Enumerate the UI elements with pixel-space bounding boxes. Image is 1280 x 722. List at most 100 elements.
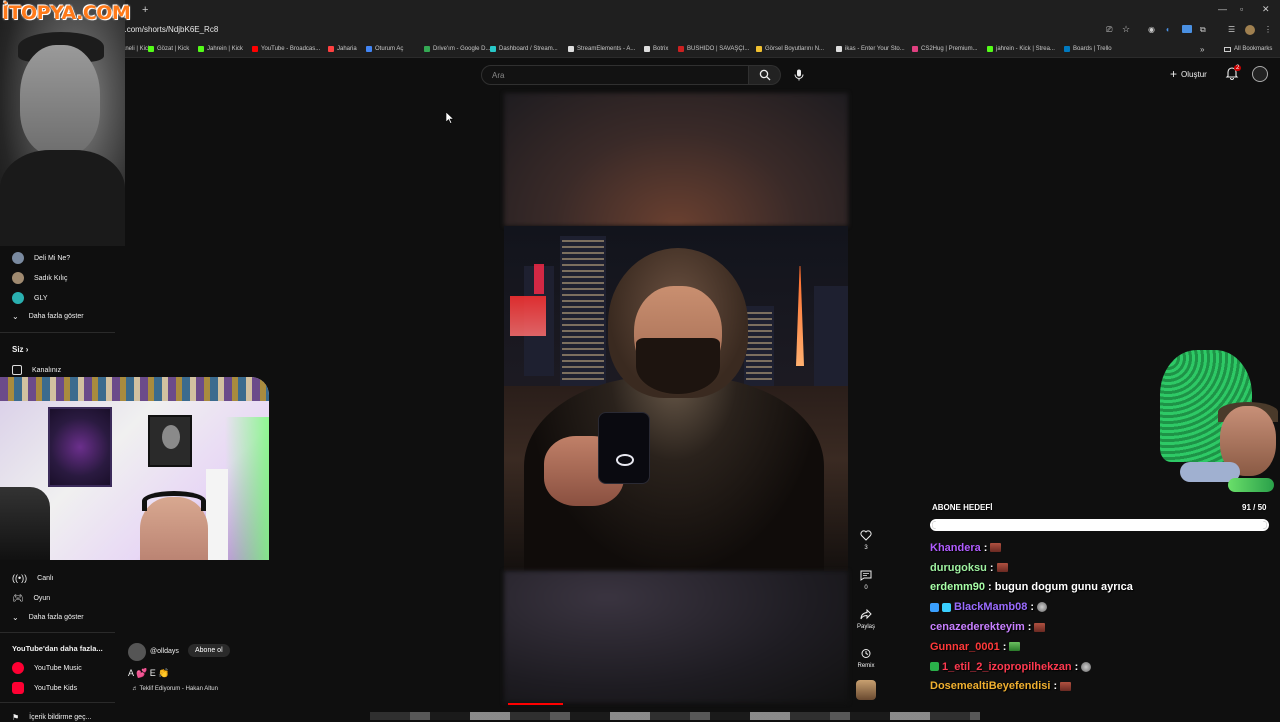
audio-source-thumbnail[interactable] — [856, 680, 876, 700]
bookmark-star-icon[interactable]: ☆ — [1122, 24, 1130, 35]
bookmark-item[interactable]: Drive'ım - Google D... — [424, 46, 491, 52]
tokyo-tower — [796, 266, 804, 366]
bookmark-favicon-icon — [644, 46, 650, 52]
puzzle-icon[interactable]: ⧉ — [1200, 25, 1206, 35]
show-more-subscriptions[interactable]: ⌄ Daha fazla göster — [12, 312, 84, 321]
sidebar-item-subscription[interactable]: Deli Mi Ne? — [12, 252, 70, 264]
divider — [0, 632, 115, 633]
bookmark-item[interactable]: Boards | Trello — [1064, 46, 1112, 52]
bookmark-item[interactable]: ikas - Enter Your Sto... — [836, 46, 905, 52]
bookmark-item[interactable]: Jaharia — [328, 46, 357, 52]
extension-icon[interactable]: ◉ — [1148, 25, 1155, 34]
subscribe-button[interactable]: Abone ol — [188, 644, 230, 657]
minimize-icon[interactable]: — — [1218, 4, 1227, 14]
room-webcam-overlay — [0, 377, 269, 560]
bookmark-label: Boards | Trello — [1073, 46, 1112, 52]
chat-username: cenazederekteyim — [930, 621, 1025, 634]
bookmark-item[interactable]: Dashboard / Stream... — [490, 46, 558, 52]
share-button[interactable]: Paylaş — [853, 609, 879, 630]
heart-icon — [860, 530, 872, 541]
short-video-player[interactable] — [504, 226, 848, 571]
menu-icon[interactable]: ☰ — [1228, 25, 1235, 34]
next-short-preview[interactable] — [504, 571, 848, 703]
sidebar-item-gaming[interactable]: 🎮︎ Oyun — [12, 593, 50, 604]
bookmark-item[interactable]: BUSHIDO | SAVAŞÇI... — [678, 46, 749, 52]
bookmark-item[interactable]: CS2Hug | Premium... — [912, 46, 978, 52]
bookmark-item[interactable]: Botrix — [644, 46, 668, 52]
profile-avatar[interactable] — [1245, 25, 1255, 35]
address-bar[interactable]: youtube.com/shorts/NdjbK6E_Rc8 ⎚ ☆ ◉ ◖ ⧉… — [0, 22, 1280, 42]
video-progress-bar[interactable] — [508, 703, 564, 705]
bookmark-item[interactable]: StreamElements - A... — [568, 46, 635, 52]
chat-separator: : — [1053, 680, 1058, 693]
sidebar-item-label: GLY — [34, 294, 48, 302]
chevron-down-icon: ⌄ — [12, 312, 19, 321]
sidebar-item-subscription[interactable]: GLY — [12, 292, 48, 304]
extension-icon[interactable] — [1182, 25, 1192, 33]
new-tab-button[interactable]: + — [142, 4, 148, 16]
voice-search-button[interactable] — [790, 66, 808, 84]
chat-badge-icon — [930, 662, 939, 672]
short-music-link[interactable]: ♬ Teklif Ediyorum - Hakan Altun — [132, 686, 218, 692]
subscriber-goal-bar — [930, 519, 1269, 531]
sidebar-item-youtube-kids[interactable]: YouTube Kids — [12, 682, 77, 694]
create-button[interactable]: + Oluştur — [1170, 67, 1207, 81]
more-bookmarks-chevron-icon[interactable]: » — [1200, 45, 1204, 54]
remix-icon — [861, 649, 871, 658]
microphone-icon — [794, 69, 804, 81]
bookmark-item[interactable]: Gözat | Kick — [148, 46, 189, 52]
bookmark-item[interactable]: YouTube - Broadcas... — [252, 46, 320, 52]
search-input[interactable]: Ara — [481, 65, 749, 85]
sidebar-item-label: Deli Mi Ne? — [34, 254, 71, 262]
headset-icon — [142, 491, 206, 511]
bookmark-item[interactable]: Oturum Aç — [366, 46, 403, 52]
sidebar-item-subscription[interactable]: Sadık Kılıç — [12, 272, 67, 284]
bookmark-item[interactable]: Görsel Boyutlarını N... — [756, 46, 824, 52]
close-icon[interactable]: ✕ — [1262, 4, 1270, 15]
sidebar-item-live[interactable]: ((•)) Canlı — [12, 573, 53, 583]
chevron-down-icon: ⌄ — [12, 613, 19, 622]
more-from-youtube-title: YouTube'dan daha fazla... — [12, 644, 103, 653]
comment-button[interactable]: 0 — [853, 570, 879, 591]
ring-box — [598, 412, 650, 484]
channel-name[interactable]: @olldays — [150, 648, 179, 655]
bookmark-favicon-icon — [678, 46, 684, 52]
chat-separator: : — [1074, 660, 1079, 673]
you-section-title[interactable]: Siz › — [12, 345, 28, 354]
white-pillar — [206, 469, 228, 560]
sidebar-item-your-channel[interactable]: Kanalınız — [12, 365, 61, 375]
bookmark-item[interactable]: jahrein - Kick | Strea... — [987, 46, 1055, 52]
extension-icon[interactable]: ◖ — [1165, 25, 1170, 34]
chat-separator: : — [1030, 601, 1035, 614]
chat-message: DosemealtiBeyefendisi: — [930, 677, 1275, 697]
bookmark-item[interactable]: Jahrein | Kick — [198, 46, 243, 52]
chat-badge-icon — [942, 602, 951, 612]
like-button[interactable]: 3 — [853, 530, 879, 551]
chat-message: Gunnar_0001: — [930, 637, 1275, 657]
bookmark-favicon-icon — [836, 46, 842, 52]
bookmark-label: Botrix — [653, 46, 669, 52]
previous-short-preview[interactable] — [504, 93, 848, 226]
show-more-explore[interactable]: ⌄ Daha fazla göster — [12, 613, 84, 622]
green-light — [225, 417, 269, 560]
kebab-menu-icon[interactable]: ⋮ — [1264, 25, 1272, 34]
chat-separator: : — [983, 541, 988, 554]
sidebar-item-report-history[interactable]: ⚑ İçerik bildirme geç... — [12, 713, 91, 722]
chat-username: DosemealtiBeyefendisi — [930, 680, 1051, 693]
account-avatar[interactable] — [1252, 66, 1268, 82]
wolf-tapestry — [48, 407, 112, 487]
building-windows — [562, 240, 604, 380]
remix-button[interactable]: Remix — [853, 648, 879, 669]
chat-username: Gunnar_0001 — [930, 640, 1000, 653]
chat-emote-icon — [996, 563, 1008, 573]
youtube-kids-icon — [12, 682, 24, 694]
restore-icon[interactable]: ▫ — [1240, 4, 1243, 14]
all-bookmarks-button[interactable]: All Bookmarks — [1224, 46, 1272, 52]
neon-sign — [534, 264, 544, 294]
webcam-body — [0, 150, 125, 246]
channel-avatar[interactable] — [128, 643, 146, 661]
cast-icon[interactable]: ⎚ — [1106, 25, 1112, 35]
search-button[interactable] — [749, 65, 781, 85]
sidebar-item-youtube-music[interactable]: YouTube Music — [12, 662, 82, 674]
notification-count-badge: 2 — [1234, 65, 1242, 71]
